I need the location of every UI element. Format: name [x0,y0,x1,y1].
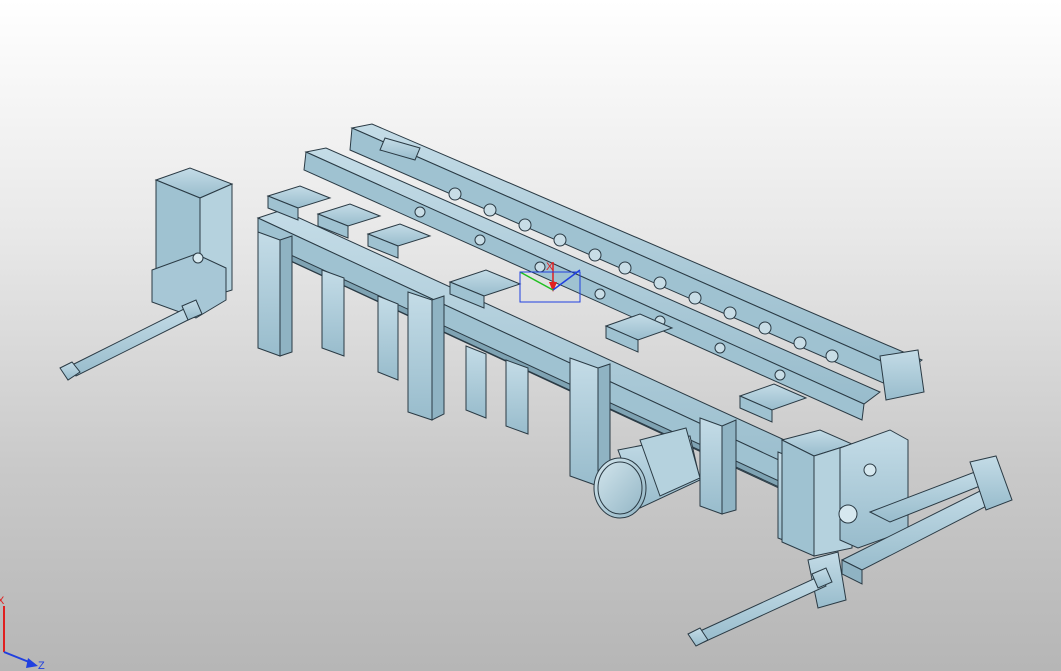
conveyor-assembly-model[interactable] [59,123,1013,647]
right-push-rod[interactable] [687,567,833,647]
left-push-rod[interactable] [59,299,203,381]
origin-x-label: X [546,261,554,273]
triad-x-label: X [0,595,5,607]
view-triad[interactable]: X Z [0,595,45,671]
cad-3d-viewport[interactable]: X X Z [0,0,1061,671]
left-end-frame[interactable] [151,167,234,319]
triad-z-label: Z [38,660,45,671]
triad-z-arrow [26,658,38,668]
